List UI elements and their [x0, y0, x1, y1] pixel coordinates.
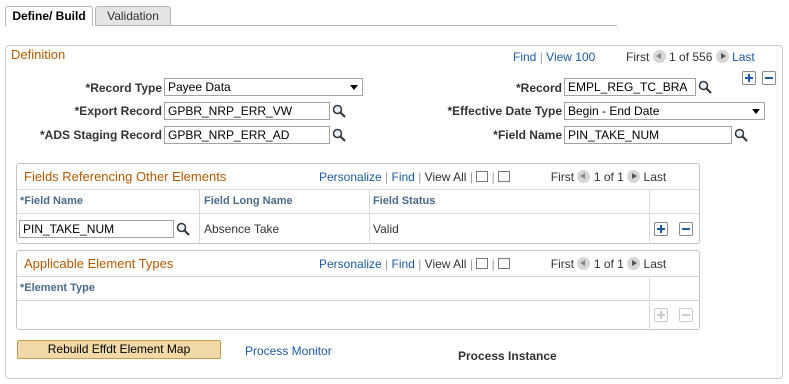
nav-separator: | [469, 170, 473, 184]
export-record-input[interactable]: GPBR_NRP_ERR_VW [164, 102, 330, 120]
search-icon[interactable] [734, 128, 748, 142]
find-link[interactable]: Find [513, 50, 536, 64]
nav-separator: | [418, 170, 422, 184]
last-label: Last [643, 257, 667, 271]
element-types-grid-nav: Personalize | Find | View All | | First … [319, 257, 666, 271]
export-record-label: *Export Record [74, 104, 162, 118]
next-icon[interactable] [627, 170, 641, 183]
view-all-link[interactable]: View All [425, 170, 467, 184]
find-link[interactable]: Find [392, 257, 415, 271]
delete-row-button [679, 308, 693, 322]
download-icon[interactable] [498, 258, 511, 269]
first-label: First [626, 50, 650, 64]
zoom-icon[interactable] [476, 171, 489, 182]
search-icon[interactable] [698, 80, 712, 94]
process-instance-label: Process Instance [458, 349, 557, 363]
nav-separator: | [385, 170, 389, 184]
record-label: *Record [515, 81, 562, 95]
range-label: 1 of 1 [593, 170, 624, 184]
rebuild-effdt-element-map-button[interactable]: Rebuild Effdt Element Map [17, 340, 221, 359]
tab-underline [95, 25, 617, 26]
nav-separator: | [491, 257, 495, 271]
chevron-down-icon [752, 109, 760, 114]
row-long-name: Absence Take [204, 222, 280, 236]
nav-separator: | [469, 257, 473, 271]
definition-nav: Find | View 100 First 1 of 556 Last [513, 50, 755, 64]
effective-date-type-label: *Effective Date Type [447, 104, 563, 118]
next-icon[interactable] [715, 50, 729, 63]
record-type-label: *Record Type [85, 81, 162, 95]
field-name-input[interactable]: PIN_TAKE_NUM [564, 126, 732, 144]
first-label: First [550, 257, 575, 271]
column-divider [649, 276, 650, 329]
view-all-link[interactable]: View All [425, 257, 467, 271]
record-input[interactable]: EMPL_REG_TC_BRA [564, 78, 696, 96]
add-row-button [654, 308, 668, 322]
column-header: *Element Type [20, 282, 95, 294]
column-header: *Field Name [20, 195, 83, 207]
view-100-link[interactable]: View 100 [546, 50, 595, 64]
personalize-link[interactable]: Personalize [319, 170, 382, 184]
column-divider [649, 189, 650, 243]
nav-separator: | [539, 50, 543, 64]
grid-divider [17, 189, 699, 190]
field-name-label: *Field Name [493, 128, 562, 142]
tab-validation[interactable]: Validation [95, 6, 171, 25]
nav-separator: | [385, 257, 389, 271]
nav-separator: | [418, 257, 422, 271]
delete-row-button[interactable] [762, 71, 776, 85]
grid-divider [17, 300, 699, 301]
previous-icon[interactable] [577, 257, 591, 270]
fields-grid-title: Fields Referencing Other Elements [24, 169, 227, 184]
zoom-icon[interactable] [476, 258, 489, 269]
column-header: Field Long Name [204, 195, 293, 207]
search-icon[interactable] [332, 104, 346, 118]
definition-title: Definition [11, 47, 66, 62]
record-type-select[interactable]: Payee Data [164, 78, 363, 96]
effective-date-type-select[interactable]: Begin - End Date [564, 102, 765, 120]
add-row-button[interactable] [654, 222, 668, 236]
ads-staging-record-input[interactable]: GPBR_NRP_ERR_AD [164, 126, 330, 144]
column-header: Field Status [373, 195, 436, 207]
next-icon[interactable] [627, 257, 641, 270]
record-type-value: Payee Data [168, 80, 231, 94]
tab-define-build[interactable]: Define/ Build [5, 6, 93, 26]
grid-divider [17, 213, 699, 214]
delete-row-button[interactable] [679, 222, 693, 236]
grid-divider [17, 276, 699, 277]
effective-date-type-value: Begin - End Date [568, 104, 660, 118]
row-field-name-input[interactable]: PIN_TAKE_NUM [19, 220, 174, 238]
first-label: First [550, 170, 575, 184]
previous-icon[interactable] [577, 170, 591, 183]
process-monitor-link[interactable]: Process Monitor [245, 344, 332, 358]
last-label: Last [643, 170, 667, 184]
search-icon[interactable] [176, 222, 190, 236]
download-icon[interactable] [498, 171, 511, 182]
ads-staging-record-label: *ADS Staging Record [39, 128, 162, 142]
range-label: 1 of 1 [593, 257, 624, 271]
find-link[interactable]: Find [392, 170, 415, 184]
fields-grid-nav: Personalize | Find | View All | | First … [319, 170, 666, 184]
column-divider [369, 189, 370, 243]
previous-icon[interactable] [652, 50, 666, 63]
chevron-down-icon [350, 85, 358, 90]
search-icon[interactable] [332, 128, 346, 142]
row-status: Valid [373, 222, 399, 236]
nav-separator: | [491, 170, 495, 184]
element-types-grid-title: Applicable Element Types [24, 256, 174, 271]
range-label: 1 of 556 [669, 50, 713, 64]
personalize-link[interactable]: Personalize [319, 257, 382, 271]
last-link[interactable]: Last [732, 50, 755, 64]
add-row-button[interactable] [742, 71, 756, 85]
column-divider [199, 189, 200, 243]
